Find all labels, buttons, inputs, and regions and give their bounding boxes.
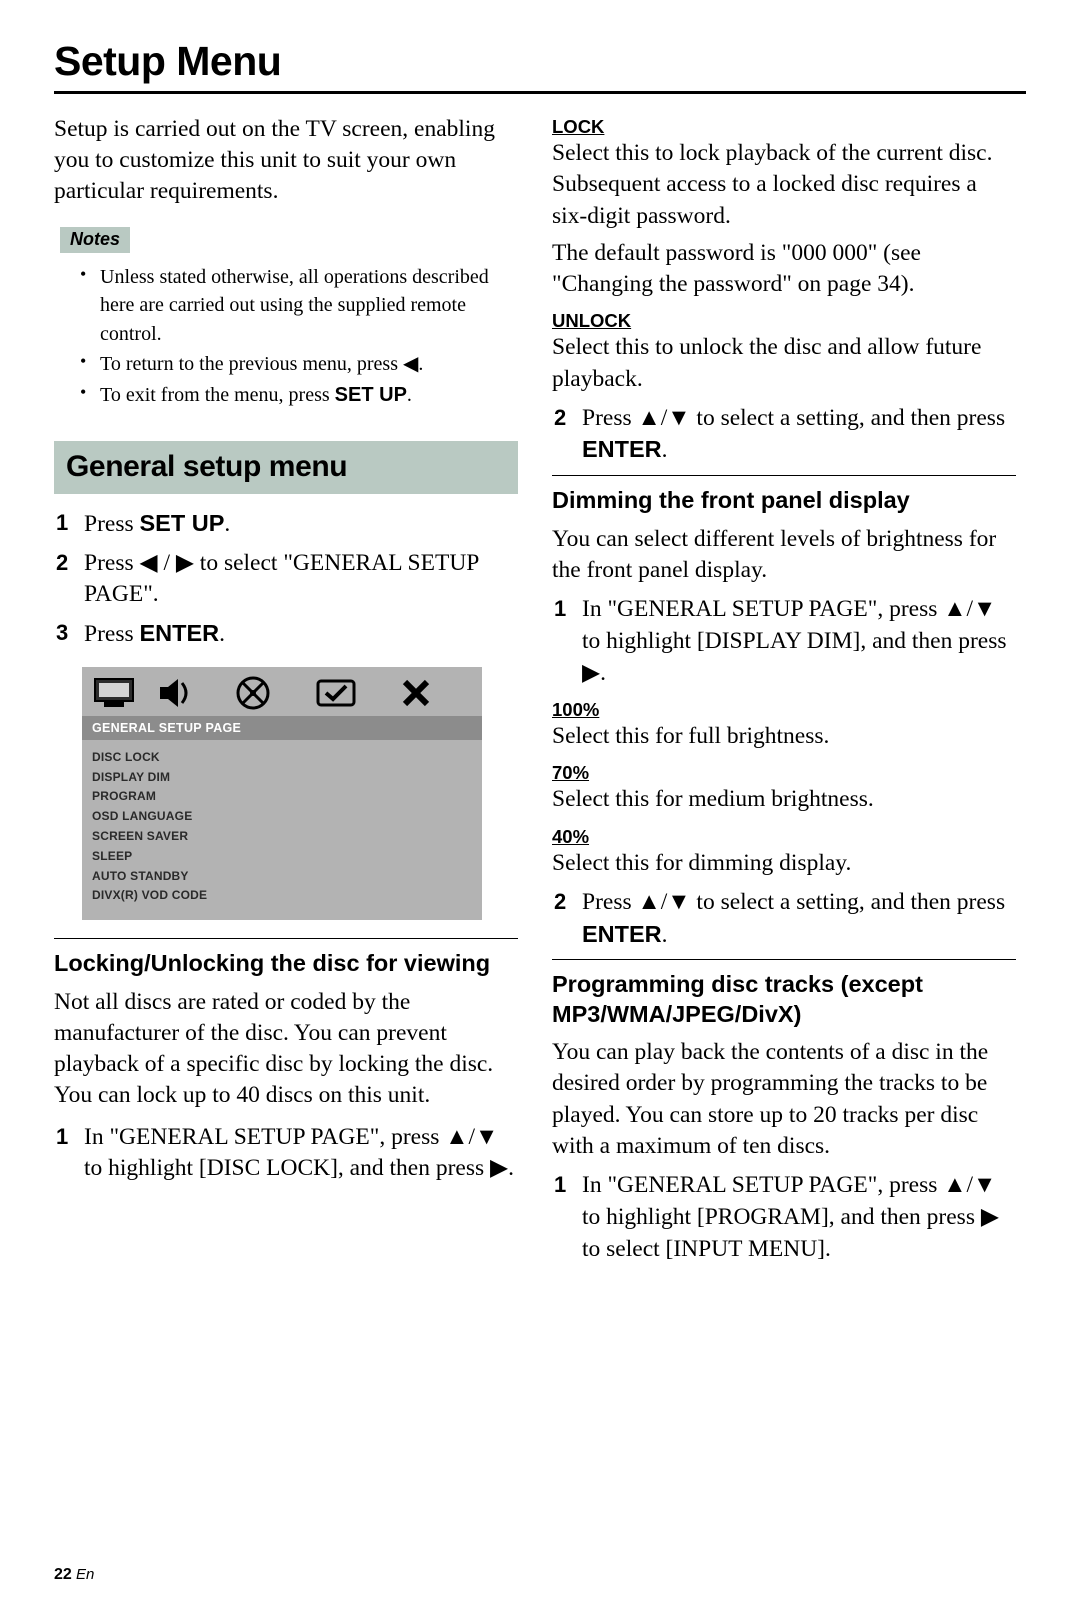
general-setup-heading: General setup menu (54, 441, 518, 494)
close-icon (402, 679, 430, 707)
page-footer: 22 En (54, 1566, 94, 1584)
note-item: To exit from the menu, press SET UP. (80, 381, 518, 409)
note-tail: . (407, 384, 412, 406)
section-rule (552, 959, 1016, 960)
osd-item: AUTO STANDBY (92, 867, 472, 887)
dim-70-text: Select this for medium brightness. (552, 784, 1016, 815)
note-item: To return to the previous menu, press ◀. (80, 350, 518, 378)
step: Press ENTER. (54, 618, 518, 651)
osd-screenshot: GENERAL SETUP PAGE DISC LOCK DISPLAY DIM… (82, 667, 482, 920)
osd-menu-items: DISC LOCK DISPLAY DIM PROGRAM OSD LANGUA… (82, 740, 482, 920)
dimming-steps-cont: Press ▲/▼ to select a setting, and then … (552, 887, 1016, 951)
osd-item: DISC LOCK (92, 748, 472, 768)
step: Press ◀ / ▶ to select "GENERAL SETUP PAG… (54, 548, 518, 611)
programming-subhead: Programming disc tracks (except MP3/WMA/… (552, 970, 1016, 1029)
right-column: LOCK Select this to lock playback of the… (552, 114, 1016, 1272)
step: Press ▲/▼ to select a setting, and then … (552, 403, 1016, 467)
osd-header: GENERAL SETUP PAGE (82, 716, 482, 740)
page-lang: En (76, 1566, 94, 1583)
step-text: Press ▲/▼ to select a setting, and then … (582, 405, 1005, 431)
notes-list: Unless stated otherwise, all operations … (60, 263, 518, 409)
content-columns: Setup is carried out on the TV screen, e… (54, 114, 1026, 1272)
osd-item: PROGRAM (92, 787, 472, 807)
notes-heading: Notes (60, 227, 130, 253)
step-tail: . (219, 621, 225, 647)
locking-subhead: Locking/Unlocking the disc for viewing (54, 949, 518, 978)
step: In "GENERAL SETUP PAGE", press ▲/▼ to hi… (552, 594, 1016, 689)
unlock-option: UNLOCK (552, 310, 1016, 332)
dim-40-option: 40% (552, 826, 1016, 848)
tv-icon (94, 678, 138, 708)
dim-70-option: 70% (552, 762, 1016, 784)
dimming-paragraph: You can select different levels of brigh… (552, 524, 1016, 587)
step-text: Press (84, 511, 140, 537)
enter-key: ENTER (582, 921, 662, 947)
note-text: To exit from the menu, press (100, 384, 335, 406)
title-rule (54, 91, 1026, 94)
step: Press ▲/▼ to select a setting, and then … (552, 887, 1016, 951)
osd-icon-row (82, 667, 482, 716)
setup-key: SET UP (335, 384, 407, 406)
step: Press SET UP. (54, 508, 518, 541)
osd-item: DIVX(R) VOD CODE (92, 886, 472, 906)
general-steps: Press SET UP. Press ◀ / ▶ to select "GEN… (54, 508, 518, 651)
osd-item: OSD LANGUAGE (92, 807, 472, 827)
section-rule (54, 938, 518, 939)
lock-option-text2: The default password is "000 000" (see "… (552, 238, 1016, 301)
note-item: Unless stated otherwise, all operations … (80, 263, 518, 348)
enter-key: ENTER (582, 436, 662, 462)
programming-paragraph: You can play back the contents of a disc… (552, 1037, 1016, 1162)
dimming-subhead: Dimming the front panel display (552, 486, 1016, 515)
locking-steps: In "GENERAL SETUP PAGE", press ▲/▼ to hi… (54, 1122, 518, 1185)
step-text: Press ▲/▼ to select a setting, and then … (582, 889, 1005, 915)
locking-steps-cont: Press ▲/▼ to select a setting, and then … (552, 403, 1016, 467)
osd-item: SLEEP (92, 847, 472, 867)
step-tail: . (662, 922, 668, 948)
lock-option-text: Select this to lock playback of the curr… (552, 138, 1016, 232)
enter-key: ENTER (140, 620, 220, 646)
left-column: Setup is carried out on the TV screen, e… (54, 114, 518, 1272)
disc-icon (236, 676, 270, 710)
intro-paragraph: Setup is carried out on the TV screen, e… (54, 114, 518, 207)
step-tail: . (224, 511, 230, 537)
osd-item: DISPLAY DIM (92, 768, 472, 788)
section-rule (552, 475, 1016, 476)
page-title: Setup Menu (54, 38, 1026, 85)
speaker-icon (160, 677, 190, 709)
lock-option: LOCK (552, 116, 1016, 138)
dim-100-text: Select this for full brightness. (552, 721, 1016, 752)
step: In "GENERAL SETUP PAGE", press ▲/▼ to hi… (552, 1170, 1016, 1265)
osd-item: SCREEN SAVER (92, 827, 472, 847)
setup-key: SET UP (140, 510, 225, 536)
programming-steps: In "GENERAL SETUP PAGE", press ▲/▼ to hi… (552, 1170, 1016, 1265)
step: In "GENERAL SETUP PAGE", press ▲/▼ to hi… (54, 1122, 518, 1185)
check-icon (316, 677, 356, 709)
page-number: 22 (54, 1566, 72, 1583)
dim-100-option: 100% (552, 699, 1016, 721)
dimming-steps: In "GENERAL SETUP PAGE", press ▲/▼ to hi… (552, 594, 1016, 689)
locking-paragraph: Not all discs are rated or coded by the … (54, 987, 518, 1112)
unlock-option-text: Select this to unlock the disc and allow… (552, 332, 1016, 395)
dim-40-text: Select this for dimming display. (552, 848, 1016, 879)
step-tail: . (662, 437, 668, 463)
step-text: Press (84, 621, 140, 647)
